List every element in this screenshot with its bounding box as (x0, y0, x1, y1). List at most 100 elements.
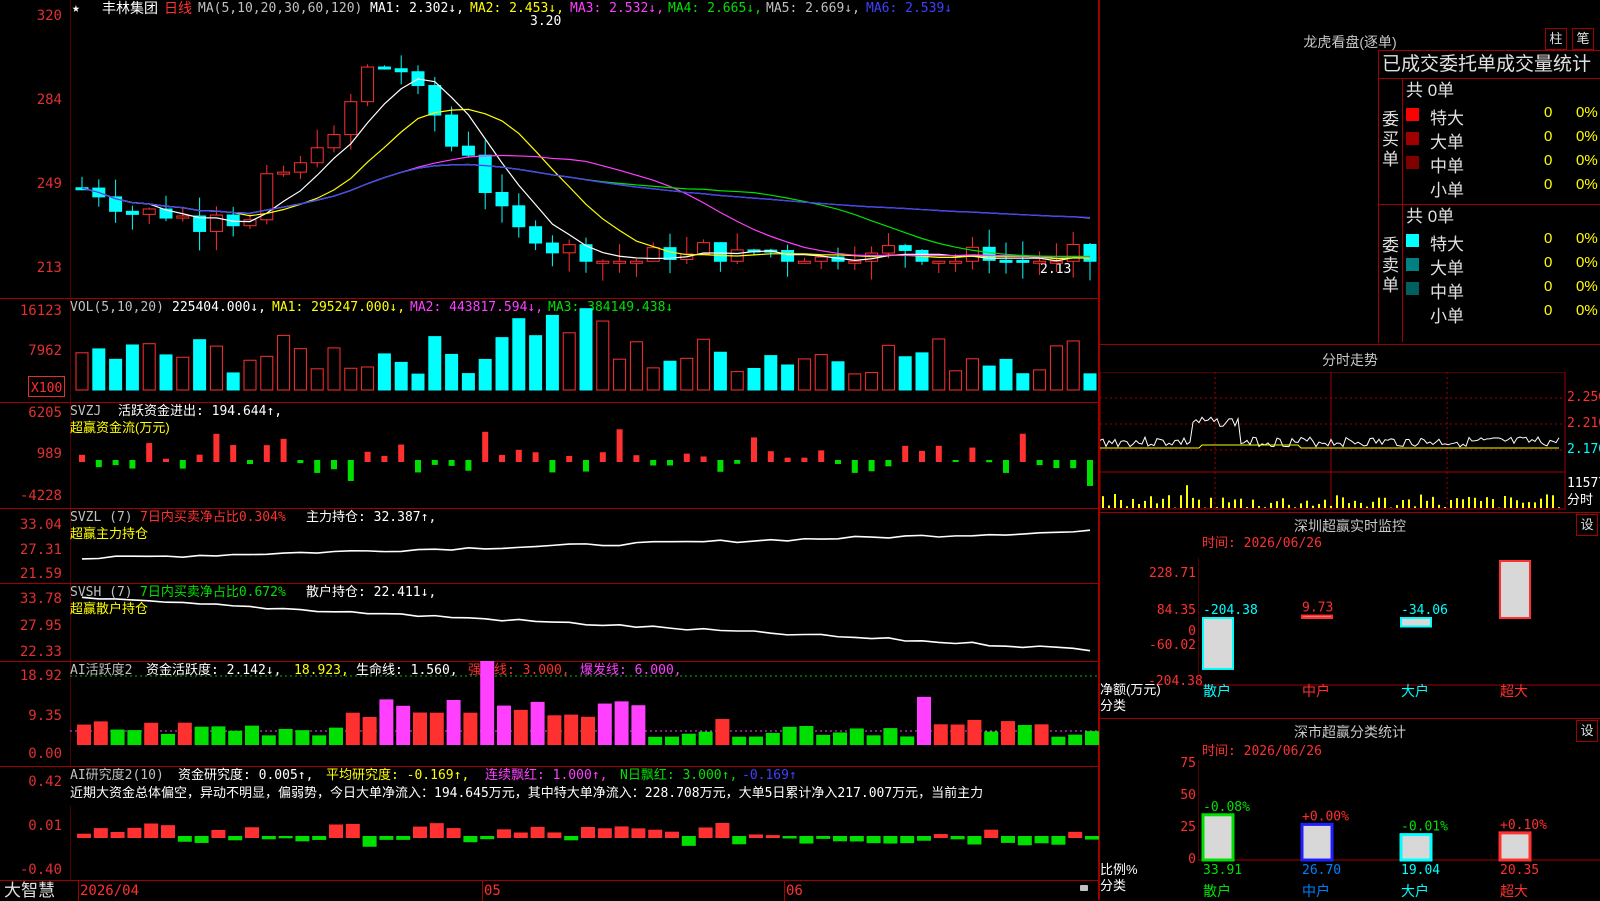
candlestick-chart[interactable] (70, 0, 1100, 298)
vol-axis-mid: 7962 (0, 343, 62, 359)
candle-body (378, 67, 390, 69)
volume-bar (93, 349, 105, 390)
monitor-settings-button[interactable]: 设 (1576, 514, 1598, 536)
btn-bi[interactable]: 笔 (1572, 28, 1594, 50)
ai-research-pane[interactable]: AI研究度2(10) 资金研究度: 0.005↑, 平均研究度: -0.169↑… (0, 766, 1100, 880)
classify-settings-button[interactable]: 设 (1576, 720, 1598, 742)
classify-bar-3 (1500, 833, 1530, 860)
volume-bar (143, 344, 155, 390)
intraday-chart[interactable] (1100, 372, 1566, 510)
svzj-bar (936, 446, 942, 462)
classify-change-label: +0.00% (1302, 809, 1349, 824)
svsh-axis-top: 33.78 (0, 591, 62, 607)
ai-active-bar (94, 721, 108, 745)
ai-research-bar (312, 836, 326, 840)
monitor-xlabel: 分类 (1100, 698, 1126, 713)
monitor-axis-2: 0 (1148, 624, 1196, 639)
svzj-axis-bot: -4228 (0, 488, 62, 504)
ai-active-bar (1001, 721, 1015, 745)
sell-row: 中单00% (1406, 278, 1600, 300)
ai-active-bar (295, 730, 309, 745)
ai-research-bar (665, 832, 679, 838)
price-axis-320: 320 (0, 8, 62, 24)
lock-icon[interactable] (1080, 885, 1088, 891)
price-pane[interactable]: ★ 丰林集团 日线 MA(5,10,20,30,60,120) MA1: 2.3… (0, 0, 1100, 299)
btn-zhu[interactable]: 柱 (1545, 28, 1567, 50)
ai-research-bar (1035, 836, 1049, 843)
svsh-chart[interactable] (70, 583, 1100, 661)
buy-label: 委买单 (1382, 110, 1402, 170)
classify-axis-0: 75 (1160, 756, 1196, 771)
monitor-value-label: -204.38 (1203, 603, 1258, 618)
ai-active-bar (228, 731, 242, 745)
svzj-pane[interactable]: SVZJ 活跃资金进出: 194.644↑, 超赢资金流(万元) 6205 98… (0, 402, 1100, 509)
intraday-volume-bar (1510, 497, 1512, 508)
intraday-volume-bar (1186, 485, 1188, 508)
classify-chart[interactable]: -0.08%33.91散户+0.00%26.70中户-0.01%19.04大户+… (1198, 760, 1600, 900)
volume-bar (866, 373, 878, 390)
candle-body (614, 261, 626, 263)
intraday-volume-bar (1126, 506, 1128, 508)
classify-bar-0 (1203, 815, 1233, 860)
intraday-volume-bar (1396, 505, 1398, 508)
ai-research-bar (564, 836, 578, 840)
ai-research-chart[interactable] (70, 806, 1100, 880)
intraday-volume-bar (1372, 502, 1374, 508)
intraday-volume-bar (1528, 502, 1530, 508)
intraday-volume-bar (1300, 503, 1302, 508)
ai-active-bar (749, 737, 763, 745)
intraday-volume-bar (1168, 495, 1170, 508)
vol-axis-top: 16123 (0, 303, 62, 319)
candle-body (1000, 260, 1012, 262)
volume-bar (681, 358, 693, 390)
svzl-pane[interactable]: SVZL (7) 7日内买卖净占比0.304% 主力持仓: 32.387↑, 超… (0, 508, 1100, 584)
intraday-volume-bar (1456, 498, 1458, 508)
ai-active-pane[interactable]: AI活跃度2 资金活跃度: 2.142↓, 18.923, 生命线: 1.560… (0, 661, 1100, 767)
volume-pane[interactable]: VOL(5,10,20) 225404.000↓, MA1: 295247.00… (0, 298, 1100, 403)
volume-bar (311, 369, 323, 390)
intraday-volume-bar (1462, 499, 1464, 508)
svzl-chart[interactable] (70, 508, 1100, 583)
intraday-volume-bar (1210, 498, 1212, 508)
classify-category-label: 中户 (1302, 883, 1330, 899)
sell-count: 0 (1544, 230, 1552, 247)
intraday-volume-bar (1486, 497, 1488, 508)
ai-active-bar (514, 710, 528, 745)
buy-row: 特大00% (1406, 104, 1600, 126)
monitor-chart[interactable]: -204.38散户9.73中户-34.06大户228.71超大 (1198, 558, 1600, 718)
volume-bar (1084, 374, 1096, 390)
longhu-tab[interactable]: 已成交委托单成交量统计 (1382, 54, 1591, 76)
ai-active-bar (799, 726, 813, 745)
volume-bar (328, 348, 340, 390)
date-tick-1 (78, 881, 79, 901)
longhu-vsep (1402, 78, 1403, 342)
volume-bar (815, 355, 827, 390)
volume-chart[interactable] (70, 298, 1100, 402)
candle-body (278, 172, 290, 174)
candle-body (446, 115, 458, 146)
volume-bar (126, 345, 138, 390)
date-apr: 2026/04 (80, 884, 139, 899)
monitor-axis-0: 228.71 (1148, 566, 1196, 581)
svzj-bar (213, 434, 219, 462)
ai-research-bar (195, 836, 209, 843)
sell-name: 大单 (1430, 254, 1464, 279)
buy-swatch (1406, 180, 1419, 193)
svsh-pane[interactable]: SVSH (7) 7日内买卖净占比0.672% 散户持仓: 22.411↓, 超… (0, 583, 1100, 662)
ai-research-t5: -0.169↑ (742, 768, 797, 783)
intraday-volume-bar (1324, 500, 1326, 508)
intraday-volume-bar (1144, 501, 1146, 508)
candle-body (933, 261, 945, 263)
ai-research-t1: 资金研究度: 0.005↑, (178, 768, 313, 783)
ai-active-axis-top: 18.92 (0, 668, 62, 684)
ai-active-chart[interactable] (70, 661, 1100, 766)
buy-row: 大单00% (1406, 128, 1600, 150)
ai-research-bar (94, 828, 108, 838)
svzj-chart[interactable] (70, 402, 1100, 508)
buy-swatch (1406, 108, 1419, 121)
sell-swatch (1406, 306, 1419, 319)
intraday-volume-bar (1270, 503, 1272, 508)
classify-axis-2: 25 (1160, 820, 1196, 835)
svzj-bar (1020, 434, 1026, 462)
date-tick-3 (784, 881, 785, 901)
